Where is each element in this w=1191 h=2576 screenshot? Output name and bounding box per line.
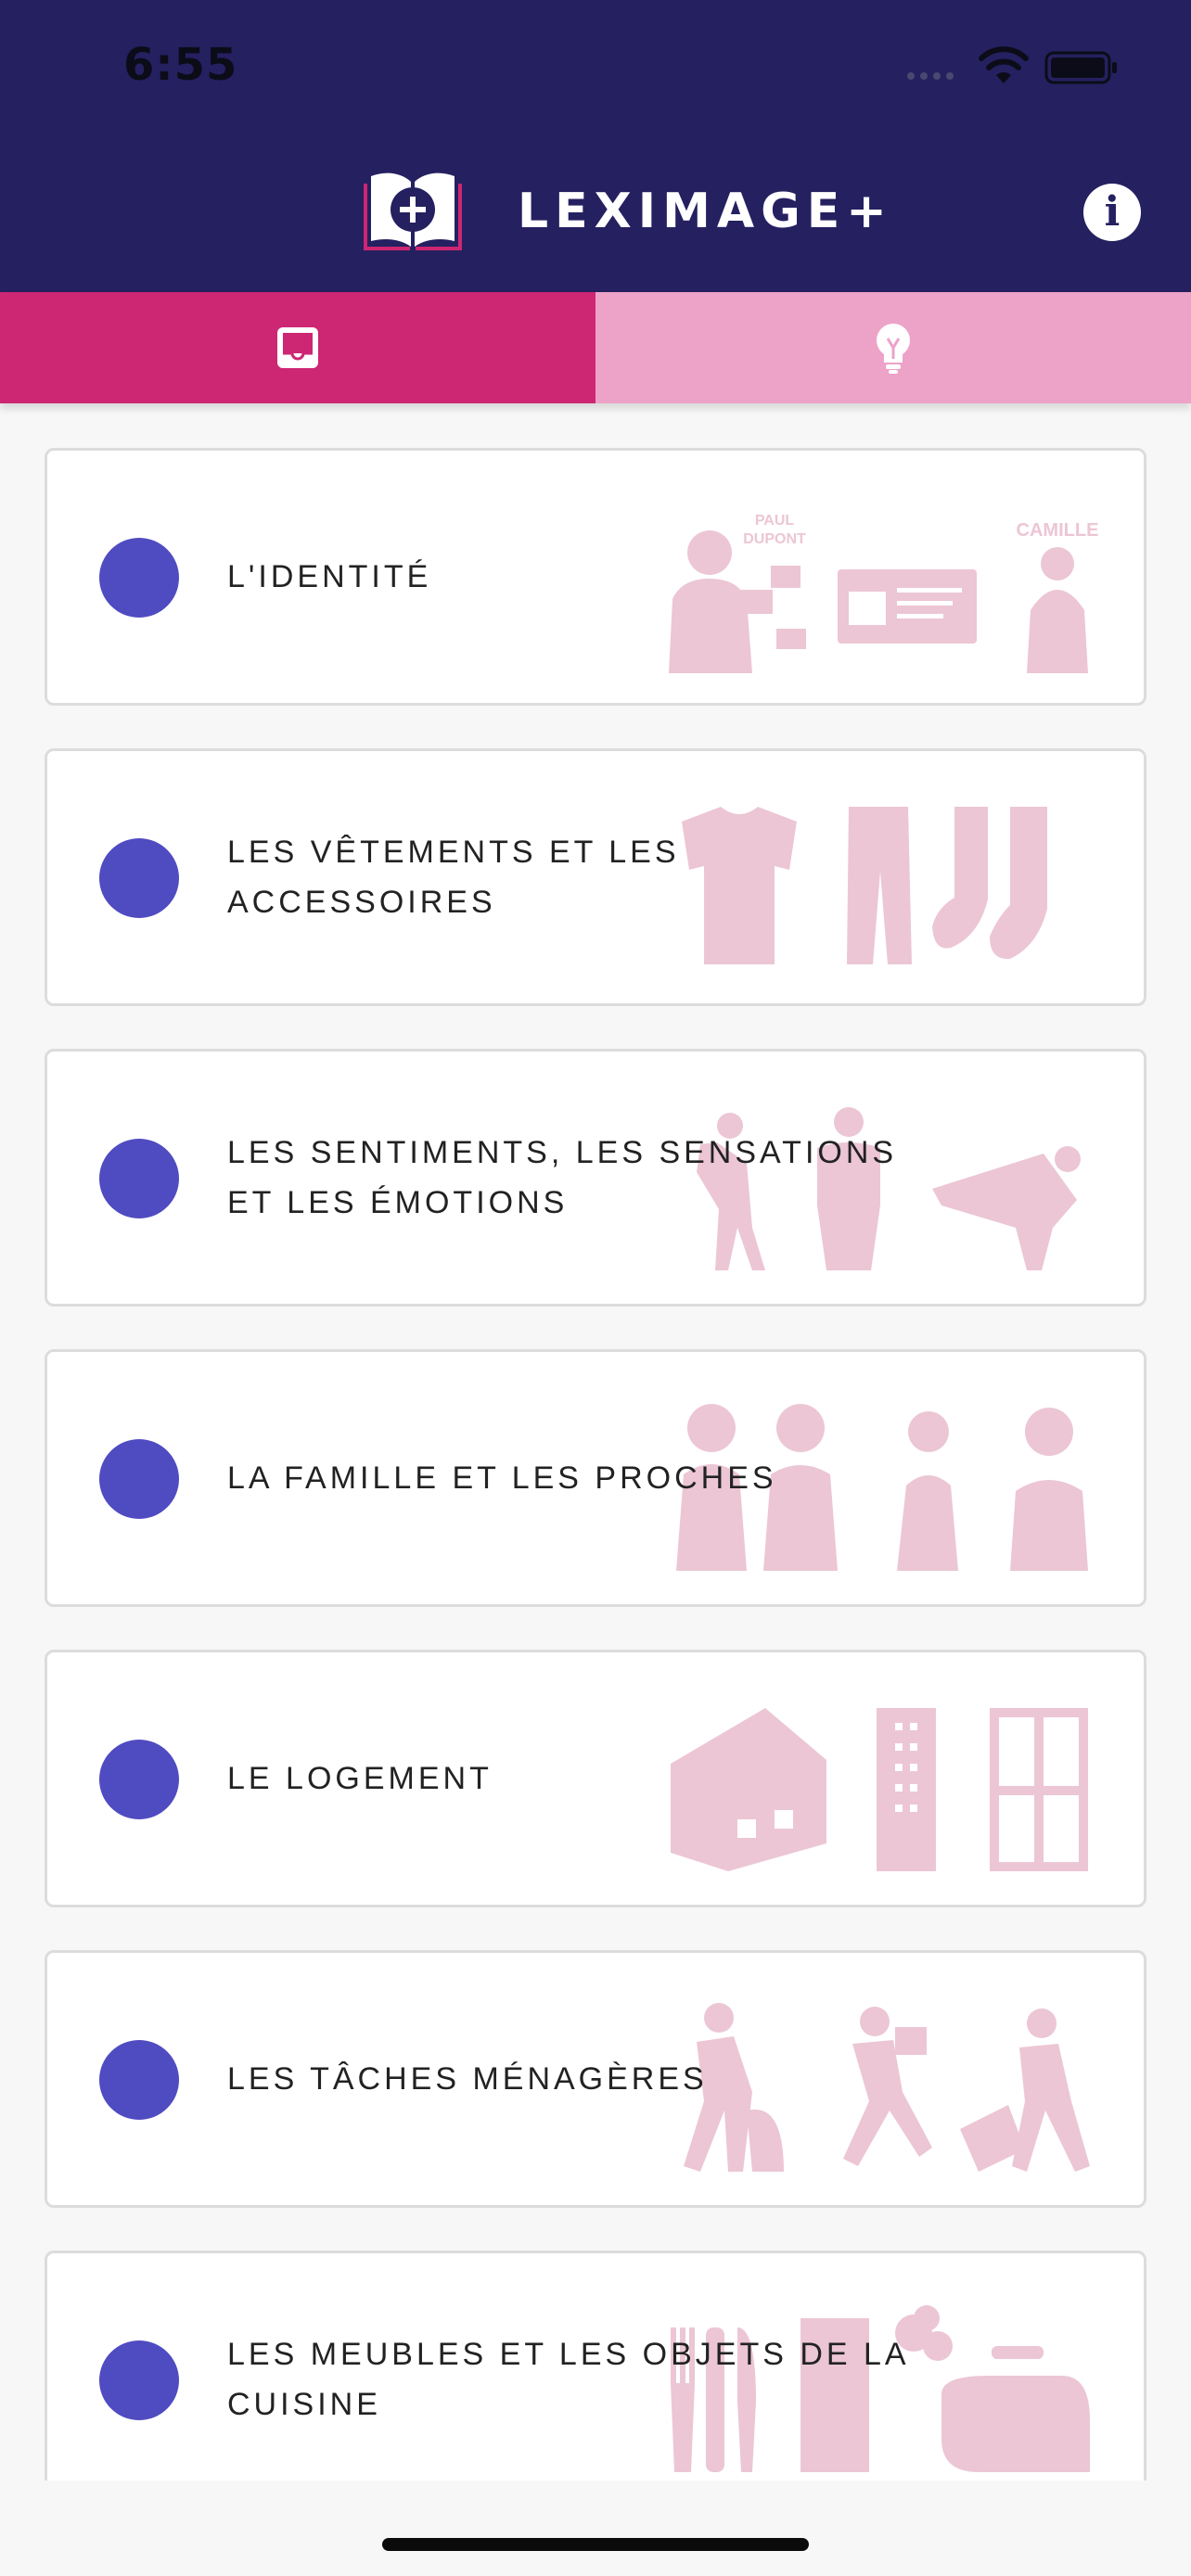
progress-dot bbox=[99, 2340, 179, 2420]
tab-tips[interactable] bbox=[596, 292, 1191, 403]
battery-icon bbox=[1044, 51, 1117, 84]
info-icon: i bbox=[1104, 188, 1121, 236]
category-card-kitchen[interactable]: LES MEUBLES ET LES OBJETS DE LA CUISINE bbox=[45, 2251, 1146, 2480]
progress-dot bbox=[99, 838, 179, 918]
category-card-family[interactable]: LA FAMILLE ET LES PROCHES bbox=[45, 1349, 1146, 1607]
category-label: LES TÂCHES MÉNAGÈRES bbox=[227, 2061, 708, 2097]
book-plus-icon bbox=[364, 172, 462, 250]
tab-categories[interactable] bbox=[0, 292, 596, 403]
status-time: 6:55 bbox=[123, 39, 238, 91]
category-card-chores[interactable]: LES TÂCHES MÉNAGÈRES bbox=[45, 1950, 1146, 2208]
progress-dot bbox=[99, 1740, 179, 1819]
info-button[interactable]: i bbox=[1083, 184, 1141, 241]
home-indicator bbox=[382, 2538, 809, 2551]
progress-dot bbox=[99, 1439, 179, 1519]
category-label: LES MEUBLES ET LES OBJETS DE LA CUISINE bbox=[227, 2337, 908, 2422]
category-card-emotions[interactable]: LES SENTIMENTS, LES SENSATIONS ET LES ÉM… bbox=[45, 1049, 1146, 1307]
progress-dot bbox=[99, 2040, 179, 2120]
tab-bar bbox=[0, 292, 1191, 403]
cellular-signal-icon bbox=[907, 72, 954, 80]
identity-text-3: CAMILLE bbox=[1017, 520, 1099, 541]
category-label: LES VÊTEMENTS ET LES ACCESSOIRES bbox=[227, 835, 680, 920]
category-label: LE LOGEMENT bbox=[227, 1761, 493, 1796]
app-title: LEXIMAGE+ bbox=[518, 184, 893, 239]
category-label: L'IDENTITÉ bbox=[227, 559, 432, 594]
category-list: L'IDENTITÉ PAUL DUPONT CAMILLE LES VÊTEM… bbox=[0, 403, 1191, 2480]
progress-dot bbox=[99, 1139, 179, 1218]
category-label: LA FAMILLE ET LES PROCHES bbox=[227, 1460, 777, 1496]
app-header: 6:55 LEXIMAGE+ i bbox=[0, 0, 1191, 292]
category-card-clothing[interactable]: LES VÊTEMENTS ET LES ACCESSOIRES bbox=[45, 748, 1146, 1006]
category-label: LES SENTIMENTS, LES SENSATIONS ET LES ÉM… bbox=[227, 1135, 898, 1220]
category-card-identity[interactable]: L'IDENTITÉ PAUL DUPONT CAMILLE bbox=[45, 448, 1146, 706]
wifi-icon bbox=[979, 46, 1029, 83]
category-card-housing[interactable]: LE LOGEMENT bbox=[45, 1650, 1146, 1907]
lightbulb-icon bbox=[877, 324, 910, 374]
brand: LEXIMAGE+ bbox=[360, 169, 893, 254]
inbox-icon bbox=[277, 327, 318, 368]
progress-dot bbox=[99, 538, 179, 618]
